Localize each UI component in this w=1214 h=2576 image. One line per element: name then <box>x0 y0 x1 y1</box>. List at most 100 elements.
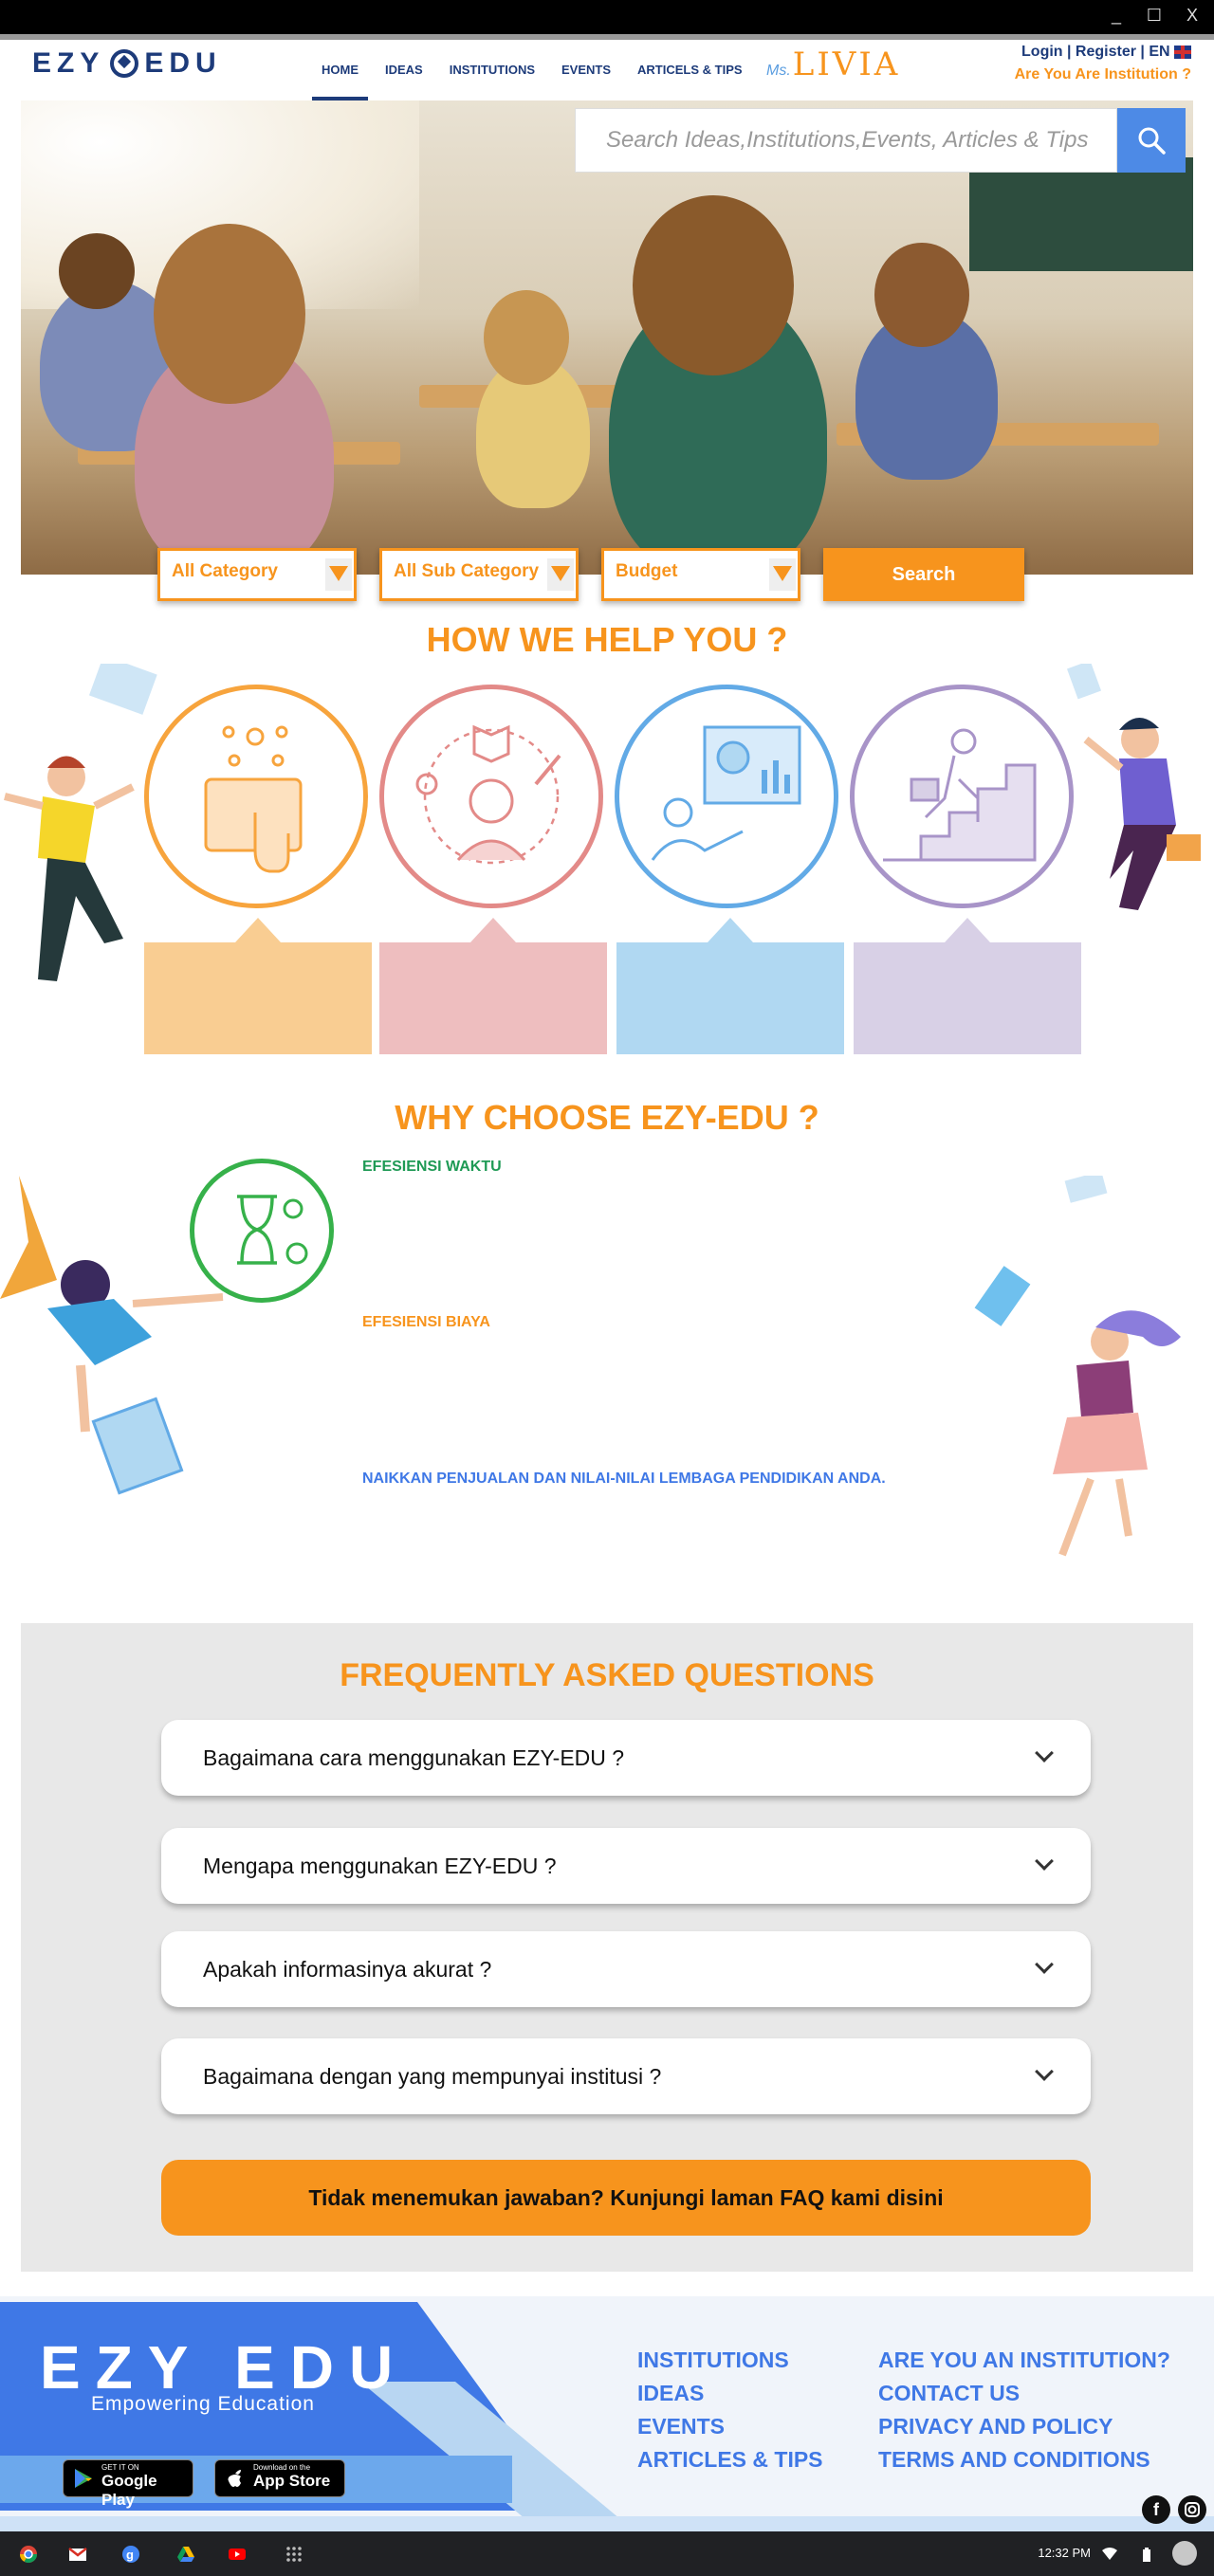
instagram-glyph <box>1185 2502 1200 2517</box>
nav-institutions[interactable]: INSTITUTIONS <box>436 59 548 100</box>
minimize-button[interactable]: _ <box>1108 6 1125 26</box>
filter-bar: All Category All Sub Category Budget Sea… <box>157 548 1024 601</box>
hero-child-head <box>633 195 794 375</box>
faq-question[interactable]: Bagaimana dengan yang mempunyai institus… <box>161 2038 1091 2114</box>
ms-livia-assistant[interactable]: Ms. LIVIA <box>766 46 900 83</box>
budget-select-value: Budget <box>616 561 678 581</box>
hero-chalkboard <box>969 157 1193 271</box>
filter-search-button[interactable]: Search <box>823 548 1024 601</box>
os-taskbar: g 12:32 PM <box>0 2531 1214 2576</box>
youtube-icon[interactable] <box>228 2545 247 2564</box>
user-avatar[interactable] <box>1172 2541 1197 2566</box>
footer-link-ideas[interactable]: IDEAS <box>637 2377 823 2410</box>
livia-prefix: Ms. <box>766 63 791 79</box>
clock[interactable]: 12:32 PM <box>1038 2546 1091 2560</box>
chevron-down-icon <box>1035 1852 1054 1871</box>
help-card-present-box <box>616 918 844 1054</box>
faq-question-text: Apakah informasinya akurat ? <box>203 1956 492 1982</box>
site-logo[interactable]: EZY EDU <box>32 47 222 80</box>
apple-icon <box>228 2470 241 2487</box>
footer-link-institutions[interactable]: INSTITUTIONS <box>637 2344 823 2377</box>
google-play-big: Google Play <box>101 2472 157 2509</box>
google-play-icon <box>75 2469 92 2488</box>
login-register-language[interactable]: Login | Register | EN <box>1021 44 1170 60</box>
logo-mark-icon <box>110 49 139 78</box>
hero-child-head <box>154 224 305 404</box>
window-titlebar: _ ☐ X <box>0 0 1214 34</box>
app-store-big: App Store <box>253 2472 331 2490</box>
help-card-learn-circle <box>379 685 603 908</box>
google-icon[interactable]: g <box>121 2545 140 2564</box>
nav-events[interactable]: EVENTS <box>548 59 624 100</box>
uk-flag-icon[interactable] <box>1174 45 1191 59</box>
close-button[interactable]: X <box>1184 6 1201 26</box>
site-footer: EZY EDU Empowering Education GET IT ON G… <box>0 2296 1214 2531</box>
flying-man-illustration <box>1066 664 1201 910</box>
wifi-icon[interactable] <box>1102 2548 1117 2561</box>
faq-question[interactable]: Apakah informasinya akurat ? <box>161 1931 1091 2007</box>
hourglass-gear-icon <box>237 1195 308 1265</box>
faq-page-link-button[interactable]: Tidak menemukan jawaban? Kunjungi laman … <box>161 2160 1091 2236</box>
sub-category-select[interactable]: All Sub Category <box>379 548 579 601</box>
footer-tagline: Empowering Education <box>91 2393 315 2415</box>
faq-question[interactable]: Mengapa menggunakan EZY-EDU ? <box>161 1828 1091 1904</box>
window-controls: _ ☐ X <box>1108 6 1201 26</box>
footer-brand: EZY EDU <box>40 2333 409 2402</box>
presentation-chart-icon <box>651 725 801 861</box>
drive-icon[interactable] <box>176 2545 195 2564</box>
why-item-cost: EFESIENSI BIAYA <box>362 1314 490 1330</box>
chevron-down-icon <box>1035 1955 1054 1974</box>
budget-select[interactable]: Budget <box>601 548 800 601</box>
logo-text-ezy: EZY <box>32 47 105 79</box>
search-input[interactable] <box>606 127 1116 154</box>
search-icon-button[interactable] <box>1117 108 1186 173</box>
footer-link-articles[interactable]: ARTICLES & TIPS <box>637 2443 823 2476</box>
faq-question-text: Bagaimana dengan yang mempunyai institus… <box>203 2063 662 2089</box>
main-nav: HOME IDEAS INSTITUTIONS EVENTS ARTICELS … <box>308 59 756 100</box>
footer-link-are-you-institution[interactable]: ARE YOU AN INSTITUTION? <box>878 2344 1170 2377</box>
help-card-present-circle <box>615 685 838 908</box>
help-card-grow-circle <box>850 685 1074 908</box>
nav-articles-tips[interactable]: ARTICELS & TIPS <box>624 59 756 100</box>
faq-question-text: Bagaimana cara menggunakan EZY-EDU ? <box>203 1745 625 1770</box>
footer-link-terms[interactable]: TERMS AND CONDITIONS <box>878 2443 1170 2476</box>
footer-link-privacy[interactable]: PRIVACY AND POLICY <box>878 2410 1170 2443</box>
gmail-icon[interactable] <box>68 2545 87 2564</box>
svg-text:g: g <box>126 2548 134 2562</box>
sub-category-select-value: All Sub Category <box>394 561 540 581</box>
logo-text-edu: EDU <box>144 47 222 79</box>
footer-link-events[interactable]: EVENTS <box>637 2410 823 2443</box>
app-launcher-icon[interactable] <box>285 2545 304 2564</box>
chevron-down-icon <box>773 566 792 581</box>
climbing-stairs-icon <box>883 728 1037 862</box>
google-play-small: GET IT ON <box>101 2463 139 2472</box>
hero-child-head <box>484 290 569 385</box>
faq-question[interactable]: Bagaimana cara menggunakan EZY-EDU ? <box>161 1720 1091 1796</box>
help-card-search-circle <box>144 685 368 908</box>
touchscreen-network-icon <box>204 725 303 873</box>
faq-question-text: Mengapa menggunakan EZY-EDU ? <box>203 1853 557 1878</box>
nav-ideas[interactable]: IDEAS <box>372 59 436 100</box>
footer-link-contact[interactable]: CONTACT US <box>878 2377 1170 2410</box>
help-card-learn-box <box>379 918 607 1054</box>
why-item-sales: NAIKKAN PENJUALAN DAN NILAI-NILAI LEMBAG… <box>362 1471 886 1487</box>
why-item-time: EFESIENSI WAKTU <box>362 1159 502 1175</box>
app-store-small: Download on the <box>253 2463 311 2472</box>
app-store-button[interactable]: Download on the App Store <box>214 2459 345 2497</box>
faq-title: FREQUENTLY ASKED QUESTIONS <box>340 1657 874 1693</box>
chevron-down-icon <box>551 566 570 581</box>
are-you-institution-link[interactable]: Are You Are Institution ? <box>1015 66 1191 83</box>
student-learning-icon <box>415 724 561 865</box>
battery-icon[interactable] <box>1142 2548 1151 2563</box>
help-card-search-box <box>144 918 372 1054</box>
category-select[interactable]: All Category <box>157 548 357 601</box>
hero-child-head <box>874 243 969 347</box>
maximize-button[interactable]: ☐ <box>1146 6 1163 26</box>
nav-home[interactable]: HOME <box>308 59 372 100</box>
facebook-icon[interactable]: f <box>1142 2495 1170 2524</box>
help-section-title: HOW WE HELP YOU ? <box>426 620 788 659</box>
instagram-icon[interactable] <box>1178 2495 1206 2524</box>
footer-links-right: ARE YOU AN INSTITUTION? CONTACT US PRIVA… <box>878 2344 1170 2476</box>
google-play-button[interactable]: GET IT ON Google Play <box>63 2459 193 2509</box>
chrome-icon[interactable] <box>19 2545 38 2564</box>
